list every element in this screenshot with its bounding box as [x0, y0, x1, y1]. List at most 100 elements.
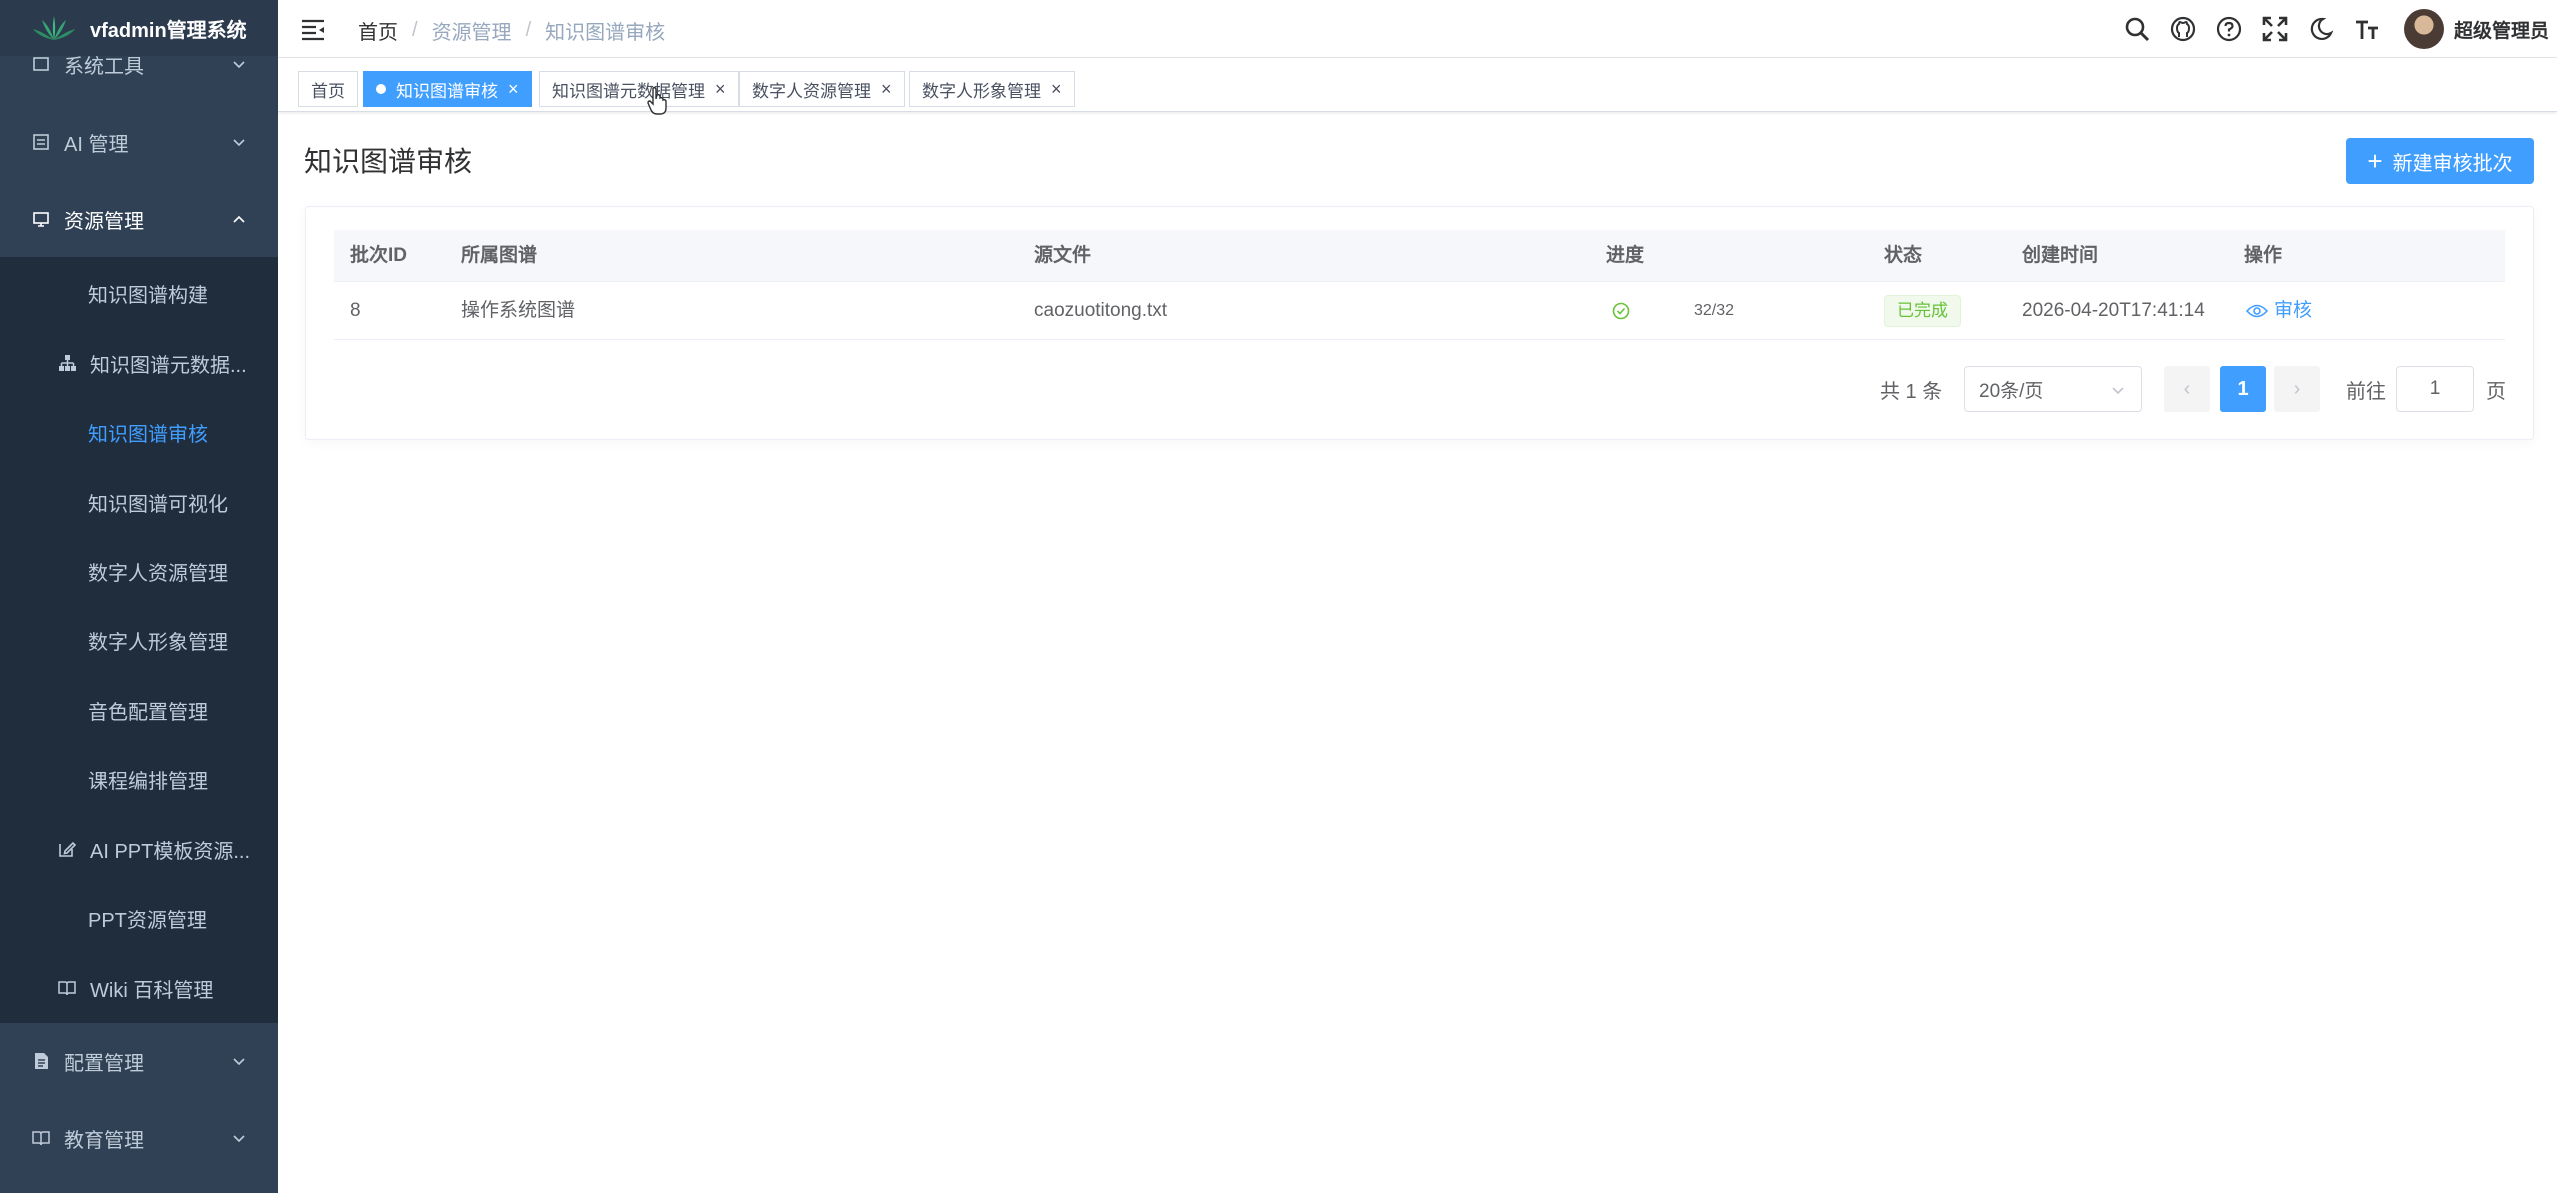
close-icon[interactable]: × [508, 80, 519, 98]
hamburger-icon[interactable] [300, 16, 326, 42]
sidebar-item-digital-human-avatars[interactable]: 数字人形象管理 [0, 605, 278, 675]
sidebar-item-resource-management[interactable]: 资源管理 [0, 181, 278, 257]
sidebar-item-course-scheduling[interactable]: 课程编排管理 [0, 744, 278, 814]
active-dot-icon [376, 84, 386, 94]
pagination-total: 共 1 条 [1880, 380, 1943, 403]
sidebar-item-kg-review[interactable]: 知识图谱审核 [0, 397, 278, 467]
column-header-graph: 所属图谱 [461, 245, 538, 266]
cell-progress: 32/32 [1694, 302, 1735, 319]
new-review-batch-button[interactable]: + 新建审核批次 [2346, 138, 2534, 184]
tag-home[interactable]: 首页 [298, 71, 358, 107]
table-row[interactable]: 8 操作系统图谱 caozuotitong.txt 32/32 已完成 2026… [334, 282, 2505, 340]
book-icon [56, 977, 78, 999]
app-title: vfadmin管理系统 [90, 19, 247, 42]
logo-icon [33, 16, 75, 40]
user-name[interactable]: 超级管理员 [2454, 16, 2549, 43]
cell-source-file: caozuotitong.txt [1034, 300, 1168, 321]
cell-batch-id: 8 [350, 300, 361, 321]
tag-kg-review[interactable]: 知识图谱审核 × [363, 71, 532, 107]
sidebar-item-ai-management[interactable]: AI 管理 [0, 104, 278, 180]
avatar[interactable] [2403, 9, 2444, 49]
top-navbar: 首页 / 资源管理 / 知识图谱审核 超级管理员 [278, 0, 2557, 58]
breadcrumb-current: 知识图谱审核 [545, 22, 666, 44]
review-link-label: 审核 [2274, 300, 2313, 321]
hierarchy-icon [56, 352, 78, 374]
tag-kg-metadata[interactable]: 知识图谱元数据管理 × [539, 71, 739, 107]
sidebar: 系统工具 AI 管理 资源管理 知识图谱构建 知识图谱元数据... 知识图谱审核… [0, 0, 278, 1193]
page-unit-label: 页 [2486, 380, 2506, 403]
column-header-batch-id: 批次ID [350, 245, 408, 266]
sidebar-item-digital-human-resources[interactable]: 数字人资源管理 [0, 536, 278, 606]
column-header-progress: 进度 [1606, 245, 1645, 266]
breadcrumb-resource-management[interactable]: 资源管理 [432, 16, 512, 45]
review-link[interactable]: 审核 [2246, 282, 2312, 340]
sidebar-item-label: 数字人资源管理 [88, 562, 228, 585]
document-icon [30, 1050, 52, 1072]
fullscreen-icon[interactable] [2262, 16, 2288, 42]
sidebar-item-label: 音色配置管理 [88, 701, 208, 724]
column-header-source-file: 源文件 [1034, 245, 1092, 266]
sidebar-item-label: 资源管理 [64, 210, 144, 233]
tag-label: 知识图谱审核 [396, 81, 498, 101]
sidebar-item-ai-ppt-templates[interactable]: AI PPT模板资源... [0, 814, 278, 884]
chevron-up-icon [233, 215, 245, 223]
close-icon[interactable]: × [881, 80, 892, 98]
breadcrumb-home[interactable]: 首页 [358, 16, 398, 45]
page-number-1[interactable]: 1 [2220, 366, 2266, 412]
status-badge: 已完成 [1884, 295, 1961, 327]
help-icon[interactable] [2216, 16, 2242, 42]
dark-mode-icon[interactable] [2308, 16, 2334, 42]
table-header: 批次ID 所属图谱 源文件 进度 状态 创建时间 操作 [334, 230, 2505, 282]
list-icon [30, 131, 52, 153]
button-label: 新建审核批次 [2392, 152, 2513, 175]
column-header-created-time: 创建时间 [2022, 245, 2099, 266]
column-header-actions: 操作 [2244, 245, 2283, 266]
breadcrumb-separator: / [525, 19, 532, 41]
sidebar-item-label: 知识图谱可视化 [88, 493, 228, 516]
goto-page-input[interactable]: 1 [2396, 366, 2474, 412]
sidebar-item-kg-visualization[interactable]: 知识图谱可视化 [0, 467, 278, 537]
chevron-down-icon [233, 61, 245, 69]
chevron-down-icon [233, 1135, 245, 1143]
sidebar-item-label: 知识图谱构建 [88, 284, 208, 307]
tags-view: 首页 知识图谱审核 × 知识图谱元数据管理 × 数字人资源管理 × 数字人形象管… [278, 58, 2557, 112]
check-circle-icon [1612, 302, 1630, 320]
page-size-value: 20条/页 [1979, 380, 2044, 402]
font-size-icon[interactable] [2354, 16, 2380, 42]
sidebar-item-voice-config[interactable]: 音色配置管理 [0, 675, 278, 745]
sidebar-item-config-management[interactable]: 配置管理 [0, 1023, 278, 1099]
page-title: 知识图谱审核 [304, 146, 473, 177]
cell-created-time: 2026-04-20T17:41:14 [2022, 300, 2205, 321]
breadcrumb-separator: / [412, 19, 418, 41]
sidebar-item-label: AI 管理 [64, 133, 129, 156]
sidebar-item-label: Wiki 百科管理 [90, 979, 214, 1002]
sidebar-item-label: 课程编排管理 [88, 770, 208, 793]
column-header-status: 状态 [1884, 245, 1923, 266]
close-icon[interactable]: × [715, 80, 726, 98]
tag-digital-human-resources[interactable]: 数字人资源管理 × [739, 71, 905, 107]
sidebar-item-education-management[interactable]: 教育管理 [0, 1100, 278, 1176]
sidebar-item-label: 教育管理 [64, 1129, 144, 1152]
github-icon[interactable] [2170, 16, 2196, 42]
sidebar-item-ppt-resources[interactable]: PPT资源管理 [0, 883, 278, 953]
search-icon[interactable] [2124, 16, 2150, 42]
goto-label: 前往 [2346, 380, 2386, 403]
tag-label: 首页 [311, 81, 345, 101]
app-logo[interactable]: vfadmin管理系统 [0, 0, 278, 56]
sidebar-item-wiki[interactable]: Wiki 百科管理 [0, 953, 278, 1023]
close-icon[interactable]: × [1051, 80, 1062, 98]
hand-cursor-icon [647, 86, 667, 115]
sidebar-item-label: 配置管理 [64, 1052, 144, 1075]
next-page-button[interactable]: › [2274, 366, 2320, 412]
tag-digital-human-avatars[interactable]: 数字人形象管理 × [909, 71, 1075, 107]
monitor-icon [30, 208, 52, 230]
tag-label: 知识图谱元数据管理 [552, 81, 705, 101]
page-size-select[interactable]: 20条/页 [1964, 366, 2142, 412]
cell-graph: 操作系统图谱 [461, 300, 576, 321]
book-icon [30, 1127, 52, 1149]
sidebar-item-label: PPT资源管理 [88, 909, 207, 932]
sidebar-item-kg-metadata[interactable]: 知识图谱元数据... [0, 328, 278, 398]
sidebar-item-kg-build[interactable]: 知识图谱构建 [0, 258, 278, 328]
sidebar-item-label: AI PPT模板资源... [90, 840, 251, 863]
prev-page-button[interactable]: ‹ [2164, 366, 2210, 412]
